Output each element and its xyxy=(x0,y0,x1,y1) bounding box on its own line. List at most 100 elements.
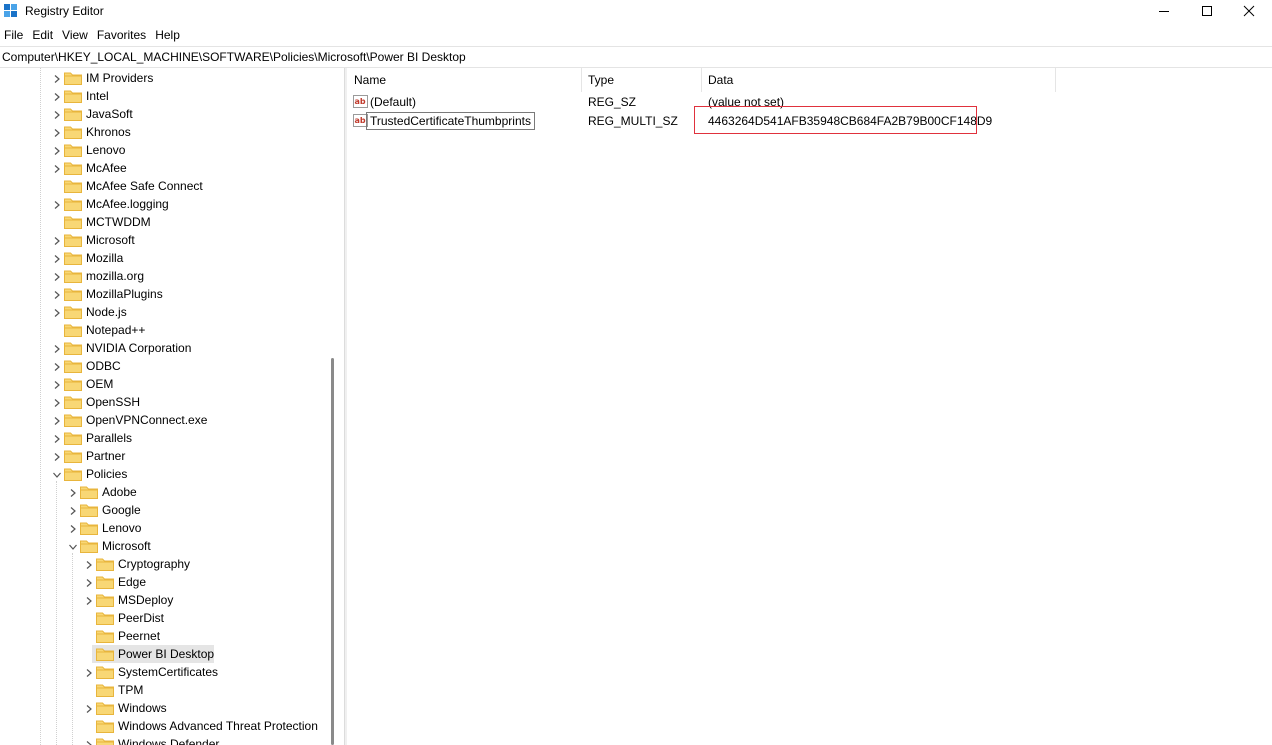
tree-item[interactable]: McAfee.logging xyxy=(52,195,172,213)
chevron-right-icon[interactable] xyxy=(52,163,62,173)
chevron-right-icon[interactable] xyxy=(52,235,62,245)
tree-item[interactable]: McAfee xyxy=(52,159,130,177)
chevron-right-icon[interactable] xyxy=(52,379,62,389)
chevron-down-icon[interactable] xyxy=(68,541,78,551)
chevron-right-icon[interactable] xyxy=(52,415,62,425)
menu-view[interactable]: View xyxy=(58,25,93,45)
tree-item[interactable]: Node.js xyxy=(52,303,130,321)
chevron-right-icon[interactable] xyxy=(52,343,62,353)
menu-file[interactable]: File xyxy=(0,25,28,45)
chevron-right-icon[interactable] xyxy=(68,505,78,515)
key-tree[interactable]: IM Providers Intel JavaSoft Khronos Lenovo Mc… xyxy=(0,68,342,745)
chevron-right-icon[interactable] xyxy=(84,739,94,745)
tree-item[interactable]: Parallels xyxy=(52,429,135,447)
tree-guide-line xyxy=(56,481,57,745)
maximize-button[interactable] xyxy=(1184,0,1230,22)
chevron-right-icon[interactable] xyxy=(52,73,62,83)
tree-item[interactable]: Windows Defender xyxy=(84,735,222,745)
address-path[interactable]: Computer\HKEY_LOCAL_MACHINE\SOFTWARE\Pol… xyxy=(2,50,466,64)
tree-item[interactable]: TPM xyxy=(84,681,146,699)
chevron-right-icon[interactable] xyxy=(52,397,62,407)
chevron-right-icon[interactable] xyxy=(84,667,94,677)
tree-item[interactable]: Edge xyxy=(84,573,149,591)
tree-scrollbar-thumb[interactable] xyxy=(331,358,334,745)
tree-item[interactable]: OpenSSH xyxy=(52,393,143,411)
title-bar: Registry Editor xyxy=(0,0,1272,24)
tree-item[interactable]: IM Providers xyxy=(52,69,156,87)
chevron-right-icon[interactable] xyxy=(52,433,62,443)
chevron-right-icon[interactable] xyxy=(52,127,62,137)
chevron-right-icon[interactable] xyxy=(84,703,94,713)
string-value-icon: ab xyxy=(353,95,368,108)
chevron-right-icon[interactable] xyxy=(52,91,62,101)
tree-item[interactable]: Lenovo xyxy=(52,141,128,159)
tree-item[interactable]: mozilla.org xyxy=(52,267,147,285)
chevron-right-icon[interactable] xyxy=(68,523,78,533)
menu-edit[interactable]: Edit xyxy=(28,25,58,45)
tree-item[interactable]: Policies xyxy=(52,465,130,483)
column-header-data[interactable]: Data xyxy=(708,68,733,92)
tree-item-label: Windows Defender xyxy=(118,737,220,745)
column-separator[interactable] xyxy=(581,68,582,92)
tree-item[interactable]: Microsoft xyxy=(52,231,138,249)
address-bar[interactable]: Computer\HKEY_LOCAL_MACHINE\SOFTWARE\Pol… xyxy=(0,46,1272,68)
chevron-right-icon[interactable] xyxy=(52,253,62,263)
tree-item[interactable]: OpenVPNConnect.exe xyxy=(52,411,210,429)
tree-item[interactable]: McAfee Safe Connect xyxy=(52,177,206,195)
folder-icon xyxy=(64,287,82,301)
minimize-button[interactable] xyxy=(1141,0,1187,22)
tree-item[interactable]: Notepad++ xyxy=(52,321,148,339)
tree-item[interactable]: Adobe xyxy=(68,483,140,501)
tree-item[interactable]: ODBC xyxy=(52,357,124,375)
chevron-right-icon[interactable] xyxy=(52,145,62,155)
tree-item[interactable]: PeerDist xyxy=(84,609,167,627)
chevron-right-icon[interactable] xyxy=(52,199,62,209)
chevron-right-icon[interactable] xyxy=(84,559,94,569)
column-header-name[interactable]: Name xyxy=(354,68,386,92)
chevron-right-icon[interactable] xyxy=(52,289,62,299)
tree-item[interactable]: Mozilla xyxy=(52,249,126,267)
tree-item[interactable]: Khronos xyxy=(52,123,134,141)
tree-item[interactable]: Windows xyxy=(84,699,170,717)
menu-favorites[interactable]: Favorites xyxy=(93,25,151,45)
tree-item[interactable]: JavaSoft xyxy=(52,105,136,123)
tree-item[interactable]: MozillaPlugins xyxy=(52,285,166,303)
chevron-right-icon[interactable] xyxy=(52,109,62,119)
chevron-right-icon[interactable] xyxy=(68,487,78,497)
tree-item[interactable]: Lenovo xyxy=(68,519,144,537)
tree-item[interactable]: Cryptography xyxy=(84,555,193,573)
tree-item-label: mozilla.org xyxy=(86,269,145,283)
tree-item[interactable]: Partner xyxy=(52,447,128,465)
folder-icon xyxy=(80,485,98,499)
chevron-right-icon[interactable] xyxy=(52,271,62,281)
tree-item[interactable]: Intel xyxy=(52,87,112,105)
tree-item[interactable]: NVIDIA Corporation xyxy=(52,339,194,357)
chevron-right-icon[interactable] xyxy=(84,595,94,605)
values-list[interactable]: Name Type Data ab (Default) REG_SZ (valu… xyxy=(347,68,1272,745)
value-type: REG_SZ xyxy=(588,95,637,109)
chevron-right-icon[interactable] xyxy=(52,451,62,461)
column-separator[interactable] xyxy=(1055,68,1056,92)
folder-icon xyxy=(96,575,114,589)
chevron-right-icon[interactable] xyxy=(84,577,94,587)
tree-item[interactable]: MSDeploy xyxy=(84,591,176,609)
menu-help[interactable]: Help xyxy=(151,25,185,45)
close-button[interactable] xyxy=(1226,0,1272,22)
tree-scrollbar[interactable] xyxy=(326,68,342,745)
column-header-type[interactable]: Type xyxy=(588,68,614,92)
tree-item[interactable]: Power BI Desktop xyxy=(84,645,217,663)
folder-icon xyxy=(64,251,82,265)
chevron-right-icon[interactable] xyxy=(52,361,62,371)
chevron-right-icon[interactable] xyxy=(52,307,62,317)
folder-icon xyxy=(64,449,82,463)
tree-item[interactable]: MCTWDDM xyxy=(52,213,154,231)
tree-item[interactable]: Google xyxy=(68,501,144,519)
tree-item[interactable]: Peernet xyxy=(84,627,163,645)
tree-item[interactable]: OEM xyxy=(52,375,116,393)
folder-icon xyxy=(64,377,82,391)
tree-item[interactable]: SystemCertificates xyxy=(84,663,221,681)
tree-item[interactable]: Microsoft xyxy=(68,537,154,555)
chevron-down-icon[interactable] xyxy=(52,469,62,479)
column-separator[interactable] xyxy=(701,68,702,92)
tree-item[interactable]: Windows Advanced Threat Protection xyxy=(84,717,321,735)
